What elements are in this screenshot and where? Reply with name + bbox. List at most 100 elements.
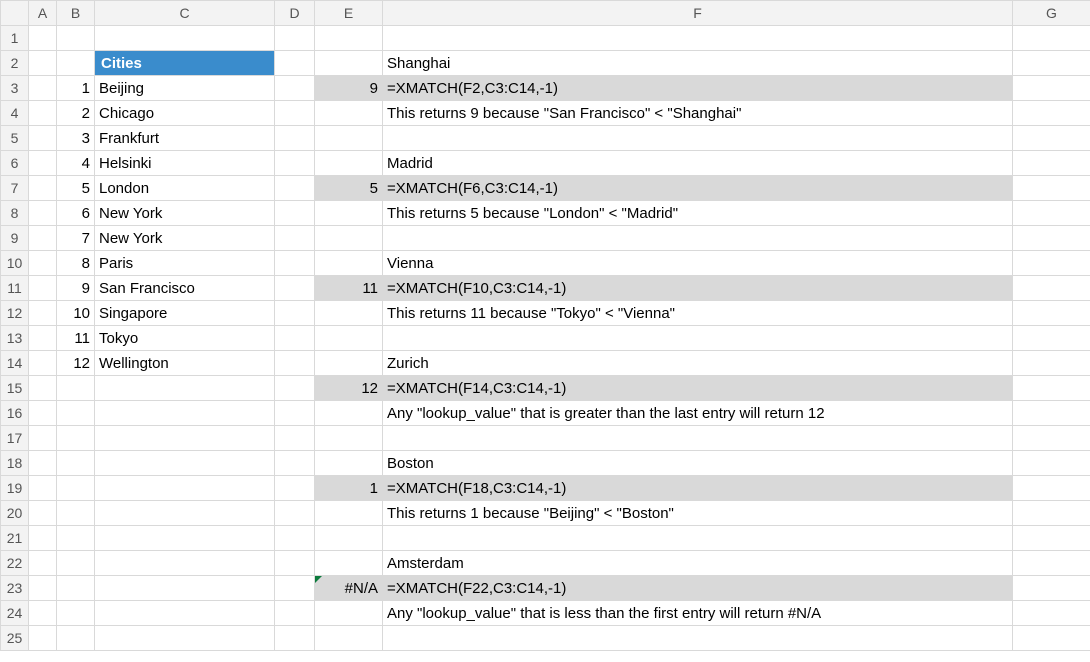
- cell-A16[interactable]: [29, 401, 57, 426]
- cell-B21[interactable]: [57, 526, 95, 551]
- cell-B5[interactable]: 3: [57, 126, 95, 151]
- cell-D2[interactable]: [275, 51, 315, 76]
- cell-G16[interactable]: [1013, 401, 1090, 426]
- cell-E14[interactable]: [315, 351, 383, 376]
- cell-D3[interactable]: [275, 76, 315, 101]
- cell-E23[interactable]: #N/A: [315, 576, 383, 601]
- cell-C18[interactable]: [95, 451, 275, 476]
- cell-C7[interactable]: London: [95, 176, 275, 201]
- cell-D19[interactable]: [275, 476, 315, 501]
- cell-F2[interactable]: Shanghai: [383, 51, 1013, 76]
- cell-E17[interactable]: [315, 426, 383, 451]
- cell-G13[interactable]: [1013, 326, 1090, 351]
- cell-D9[interactable]: [275, 226, 315, 251]
- cell-B19[interactable]: [57, 476, 95, 501]
- cell-A15[interactable]: [29, 376, 57, 401]
- cell-C16[interactable]: [95, 401, 275, 426]
- cell-E10[interactable]: [315, 251, 383, 276]
- cell-G10[interactable]: [1013, 251, 1090, 276]
- cell-D1[interactable]: [275, 26, 315, 51]
- cell-G22[interactable]: [1013, 551, 1090, 576]
- cell-E21[interactable]: [315, 526, 383, 551]
- cell-G9[interactable]: [1013, 226, 1090, 251]
- row-header-3[interactable]: 3: [1, 76, 29, 101]
- cell-D5[interactable]: [275, 126, 315, 151]
- row-header-5[interactable]: 5: [1, 126, 29, 151]
- cell-F10[interactable]: Vienna: [383, 251, 1013, 276]
- row-header-20[interactable]: 20: [1, 501, 29, 526]
- row-header-21[interactable]: 21: [1, 526, 29, 551]
- cell-A20[interactable]: [29, 501, 57, 526]
- row-header-11[interactable]: 11: [1, 276, 29, 301]
- cell-A21[interactable]: [29, 526, 57, 551]
- cell-F15[interactable]: =XMATCH(F14,C3:C14,-1): [383, 376, 1013, 401]
- cell-D16[interactable]: [275, 401, 315, 426]
- cell-B1[interactable]: [57, 26, 95, 51]
- cell-F21[interactable]: [383, 526, 1013, 551]
- cell-E1[interactable]: [315, 26, 383, 51]
- col-header-A[interactable]: A: [29, 1, 57, 26]
- cell-A11[interactable]: [29, 276, 57, 301]
- cell-D21[interactable]: [275, 526, 315, 551]
- cell-A17[interactable]: [29, 426, 57, 451]
- cell-D18[interactable]: [275, 451, 315, 476]
- cell-F18[interactable]: Boston: [383, 451, 1013, 476]
- row-header-19[interactable]: 19: [1, 476, 29, 501]
- cell-G17[interactable]: [1013, 426, 1090, 451]
- cell-A22[interactable]: [29, 551, 57, 576]
- cell-B20[interactable]: [57, 501, 95, 526]
- cell-E16[interactable]: [315, 401, 383, 426]
- cell-A23[interactable]: [29, 576, 57, 601]
- cell-A3[interactable]: [29, 76, 57, 101]
- cell-C21[interactable]: [95, 526, 275, 551]
- cell-C4[interactable]: Chicago: [95, 101, 275, 126]
- cell-G1[interactable]: [1013, 26, 1090, 51]
- cell-E13[interactable]: [315, 326, 383, 351]
- cell-G20[interactable]: [1013, 501, 1090, 526]
- cell-G5[interactable]: [1013, 126, 1090, 151]
- cell-C22[interactable]: [95, 551, 275, 576]
- cell-C5[interactable]: Frankfurt: [95, 126, 275, 151]
- cell-B22[interactable]: [57, 551, 95, 576]
- cell-G24[interactable]: [1013, 601, 1090, 626]
- cell-F12[interactable]: This returns 11 because "Tokyo" < "Vienn…: [383, 301, 1013, 326]
- cell-D15[interactable]: [275, 376, 315, 401]
- cell-B10[interactable]: 8: [57, 251, 95, 276]
- cell-B17[interactable]: [57, 426, 95, 451]
- cell-A13[interactable]: [29, 326, 57, 351]
- cell-D22[interactable]: [275, 551, 315, 576]
- cell-F5[interactable]: [383, 126, 1013, 151]
- cell-B12[interactable]: 10: [57, 301, 95, 326]
- cell-D11[interactable]: [275, 276, 315, 301]
- row-header-16[interactable]: 16: [1, 401, 29, 426]
- row-header-15[interactable]: 15: [1, 376, 29, 401]
- cell-E15[interactable]: 12: [315, 376, 383, 401]
- cell-G6[interactable]: [1013, 151, 1090, 176]
- cell-A9[interactable]: [29, 226, 57, 251]
- cell-A25[interactable]: [29, 626, 57, 651]
- cell-E11[interactable]: 11: [315, 276, 383, 301]
- cell-A8[interactable]: [29, 201, 57, 226]
- cell-A12[interactable]: [29, 301, 57, 326]
- cell-E2[interactable]: [315, 51, 383, 76]
- row-header-13[interactable]: 13: [1, 326, 29, 351]
- cell-B24[interactable]: [57, 601, 95, 626]
- cell-C12[interactable]: Singapore: [95, 301, 275, 326]
- cell-F3[interactable]: =XMATCH(F2,C3:C14,-1): [383, 76, 1013, 101]
- cell-B9[interactable]: 7: [57, 226, 95, 251]
- cell-B3[interactable]: 1: [57, 76, 95, 101]
- row-header-9[interactable]: 9: [1, 226, 29, 251]
- cell-F22[interactable]: Amsterdam: [383, 551, 1013, 576]
- cell-D14[interactable]: [275, 351, 315, 376]
- cell-C20[interactable]: [95, 501, 275, 526]
- cell-B6[interactable]: 4: [57, 151, 95, 176]
- cell-G8[interactable]: [1013, 201, 1090, 226]
- cell-C8[interactable]: New York: [95, 201, 275, 226]
- cell-G23[interactable]: [1013, 576, 1090, 601]
- cell-F9[interactable]: [383, 226, 1013, 251]
- cell-B16[interactable]: [57, 401, 95, 426]
- row-header-2[interactable]: 2: [1, 51, 29, 76]
- cell-F13[interactable]: [383, 326, 1013, 351]
- cell-B2[interactable]: [57, 51, 95, 76]
- cell-G21[interactable]: [1013, 526, 1090, 551]
